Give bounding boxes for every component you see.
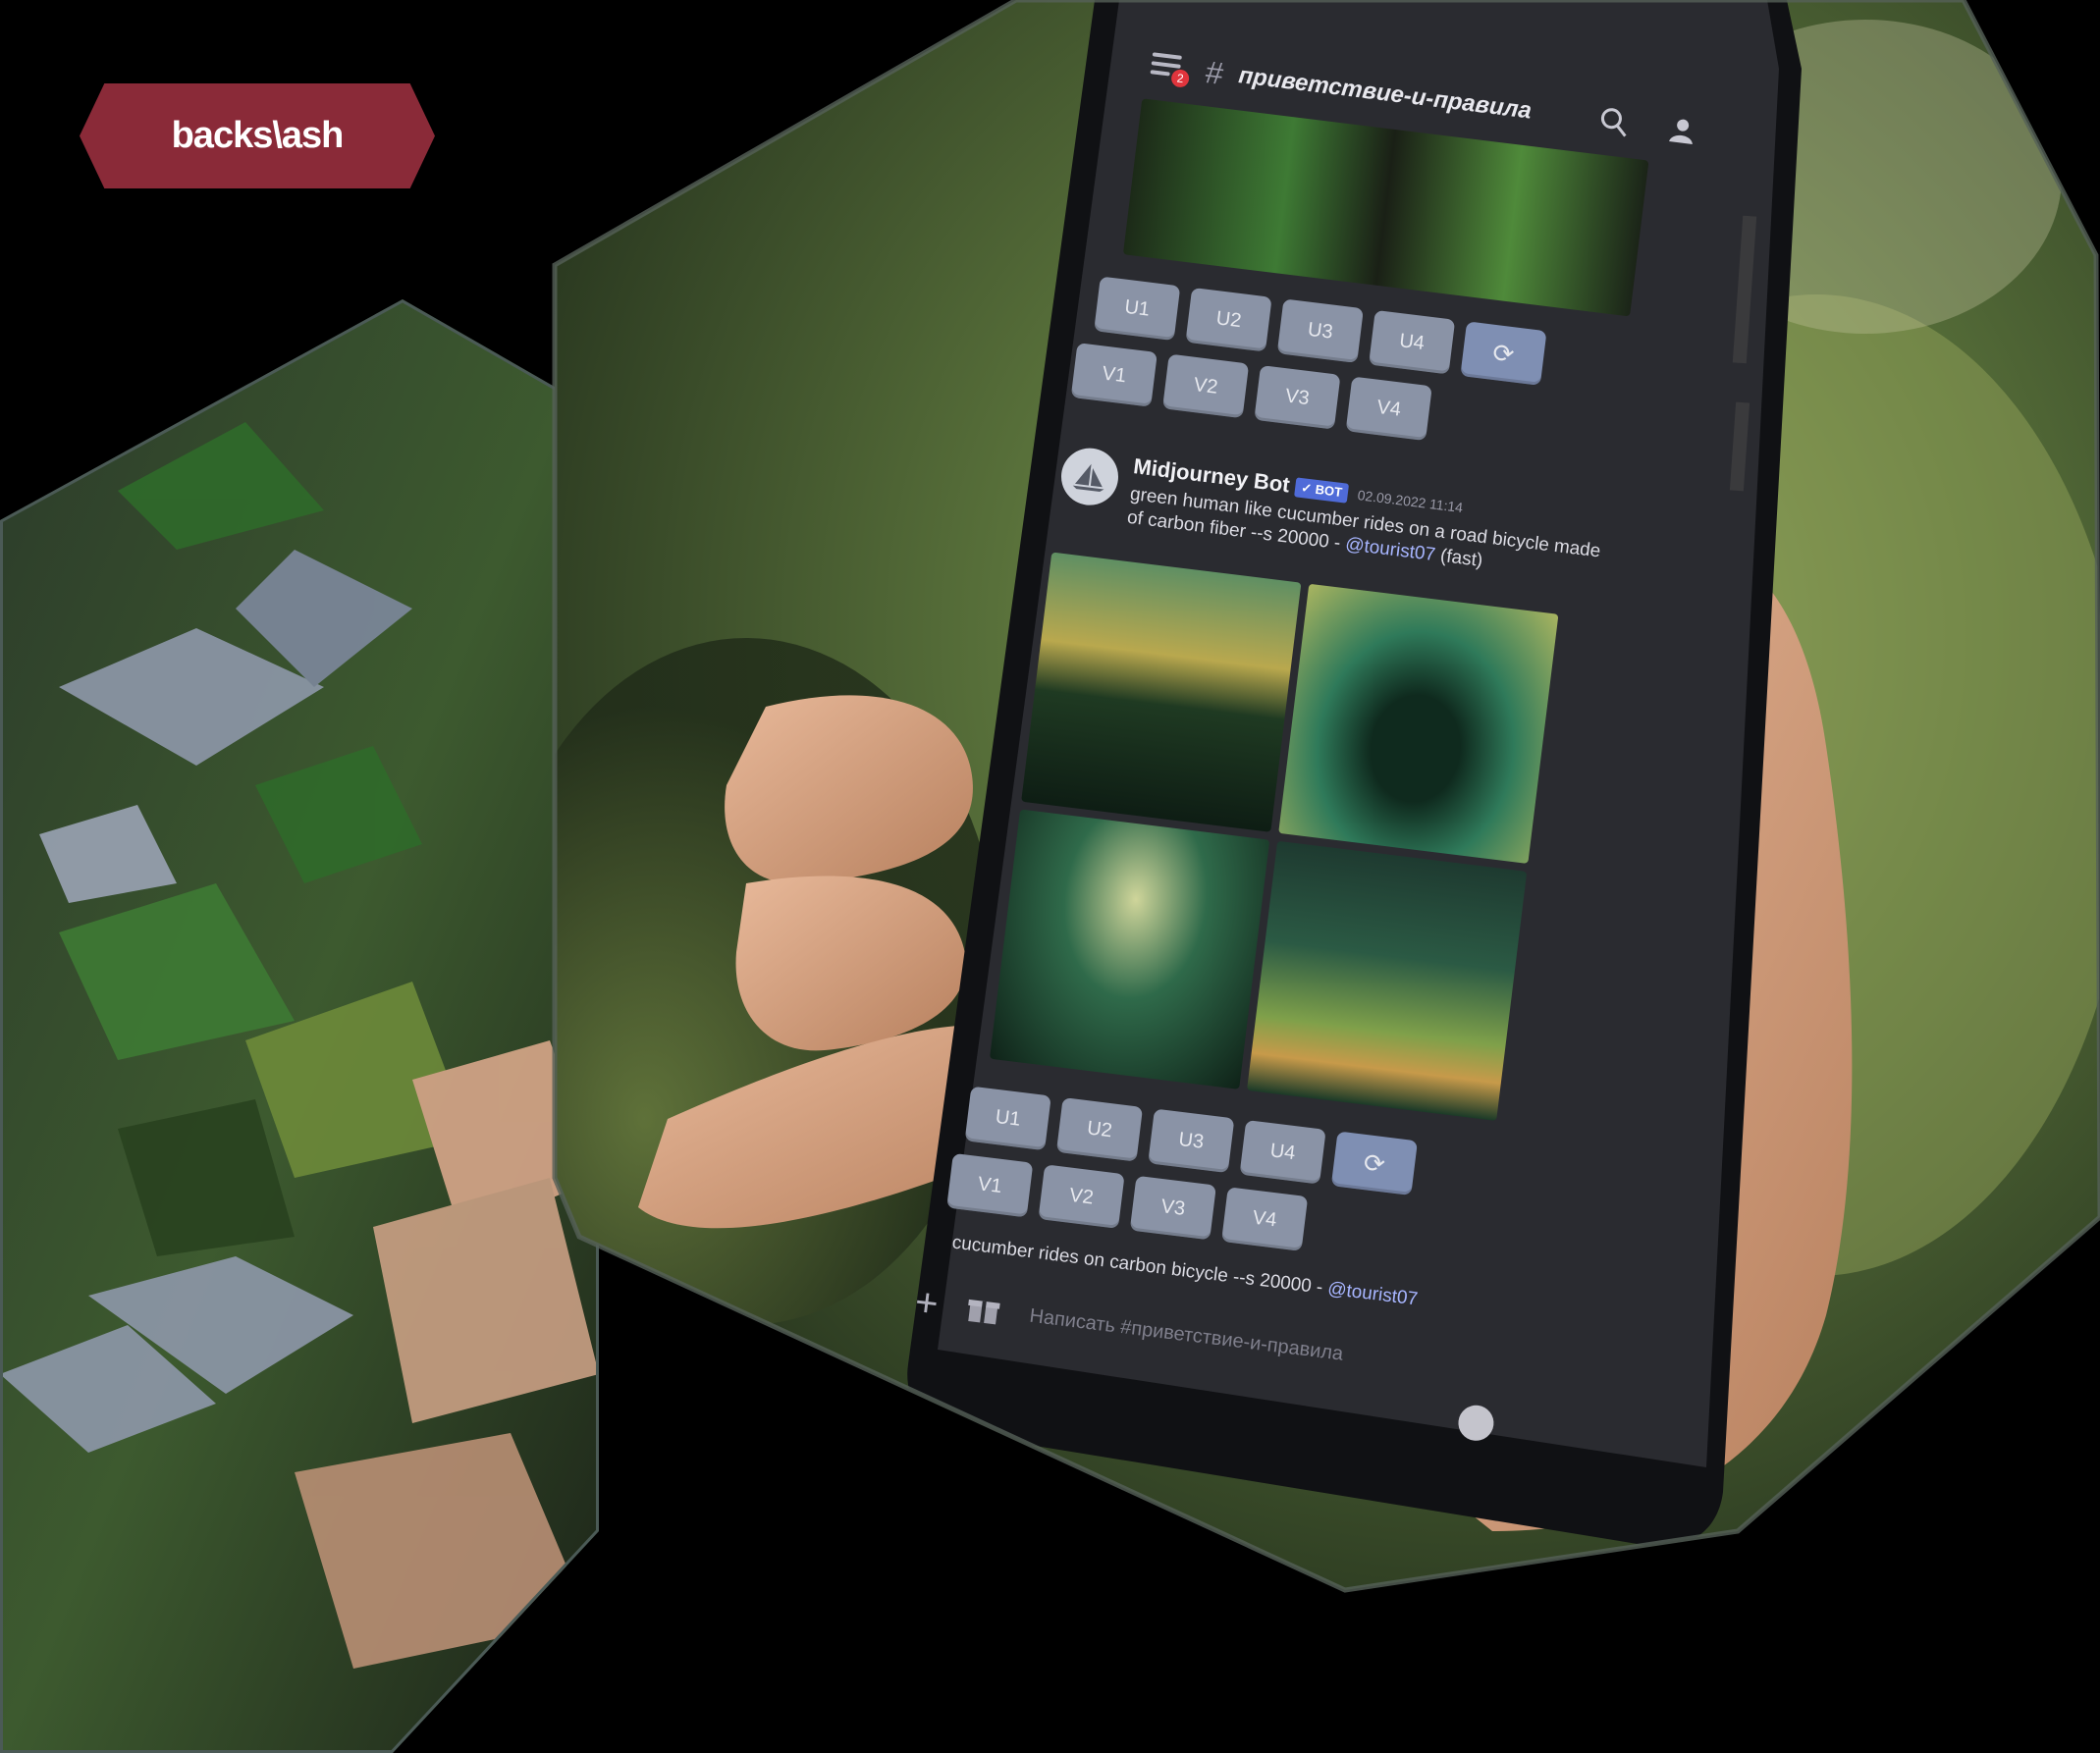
v1-button-2[interactable]: V1 <box>946 1152 1034 1218</box>
u4-button[interactable]: U4 <box>1369 309 1456 375</box>
next-message-mention[interactable]: @tourist07 <box>1326 1278 1419 1309</box>
v2-button[interactable]: V2 <box>1162 353 1250 419</box>
sailboat-icon <box>1072 463 1104 493</box>
brand-logo-text: backs\ash <box>171 115 345 156</box>
generated-image-2[interactable] <box>1278 583 1559 864</box>
message-input[interactable]: Написать #приветствие-и-правила <box>1028 1304 1344 1365</box>
v4-button[interactable]: V4 <box>1345 376 1432 442</box>
v2-button-2[interactable]: V2 <box>1038 1164 1125 1229</box>
u2-button[interactable]: U2 <box>1185 287 1272 352</box>
brand-logo: backs\ash <box>80 83 435 188</box>
plus-icon[interactable]: + <box>912 1280 942 1327</box>
bot-message: Midjourney Bot ✓ BOT 02.09.2022 11:14 gree… <box>1057 445 1611 571</box>
message-timestamp: 02.09.2022 11:14 <box>1356 487 1464 516</box>
bot-tag: ✓ BOT <box>1294 477 1350 504</box>
v1-button[interactable]: V1 <box>1070 343 1158 407</box>
reroll-button-2[interactable]: ⟳ <box>1330 1131 1419 1195</box>
reroll-button[interactable]: ⟳ <box>1460 321 1547 386</box>
v3-button[interactable]: V3 <box>1254 365 1341 430</box>
generated-image-grid <box>989 552 1559 1122</box>
gift-icon[interactable] <box>965 1294 1001 1327</box>
refresh-icon: ⟳ <box>1490 337 1517 369</box>
v3-button-2[interactable]: V3 <box>1129 1175 1216 1241</box>
u3-button[interactable]: U3 <box>1276 298 1364 363</box>
generated-image-4[interactable] <box>1247 840 1528 1122</box>
u1-button-2[interactable]: U1 <box>964 1086 1051 1151</box>
kaleidoscope-panel <box>0 299 599 1753</box>
u1-button[interactable]: U1 <box>1094 276 1181 342</box>
search-icon[interactable] <box>1597 105 1630 137</box>
bot-avatar[interactable] <box>1057 445 1122 508</box>
u3-button-2[interactable]: U3 <box>1148 1108 1235 1174</box>
v4-button-2[interactable]: V4 <box>1221 1187 1309 1251</box>
notification-badge: 2 <box>1170 68 1191 88</box>
members-icon[interactable] <box>1666 114 1698 146</box>
emoji-icon[interactable] <box>1456 1403 1496 1443</box>
generated-image-3[interactable] <box>989 809 1270 1089</box>
menu-icon[interactable]: 2 <box>1150 50 1192 88</box>
u2-button-2[interactable]: U2 <box>1055 1097 1144 1162</box>
hash-icon: # <box>1204 53 1226 91</box>
speed-label: (fast) <box>1438 545 1484 571</box>
u4-button-2[interactable]: U4 <box>1239 1119 1326 1185</box>
refresh-icon: ⟳ <box>1362 1146 1387 1179</box>
generated-image-1[interactable] <box>1021 552 1302 832</box>
